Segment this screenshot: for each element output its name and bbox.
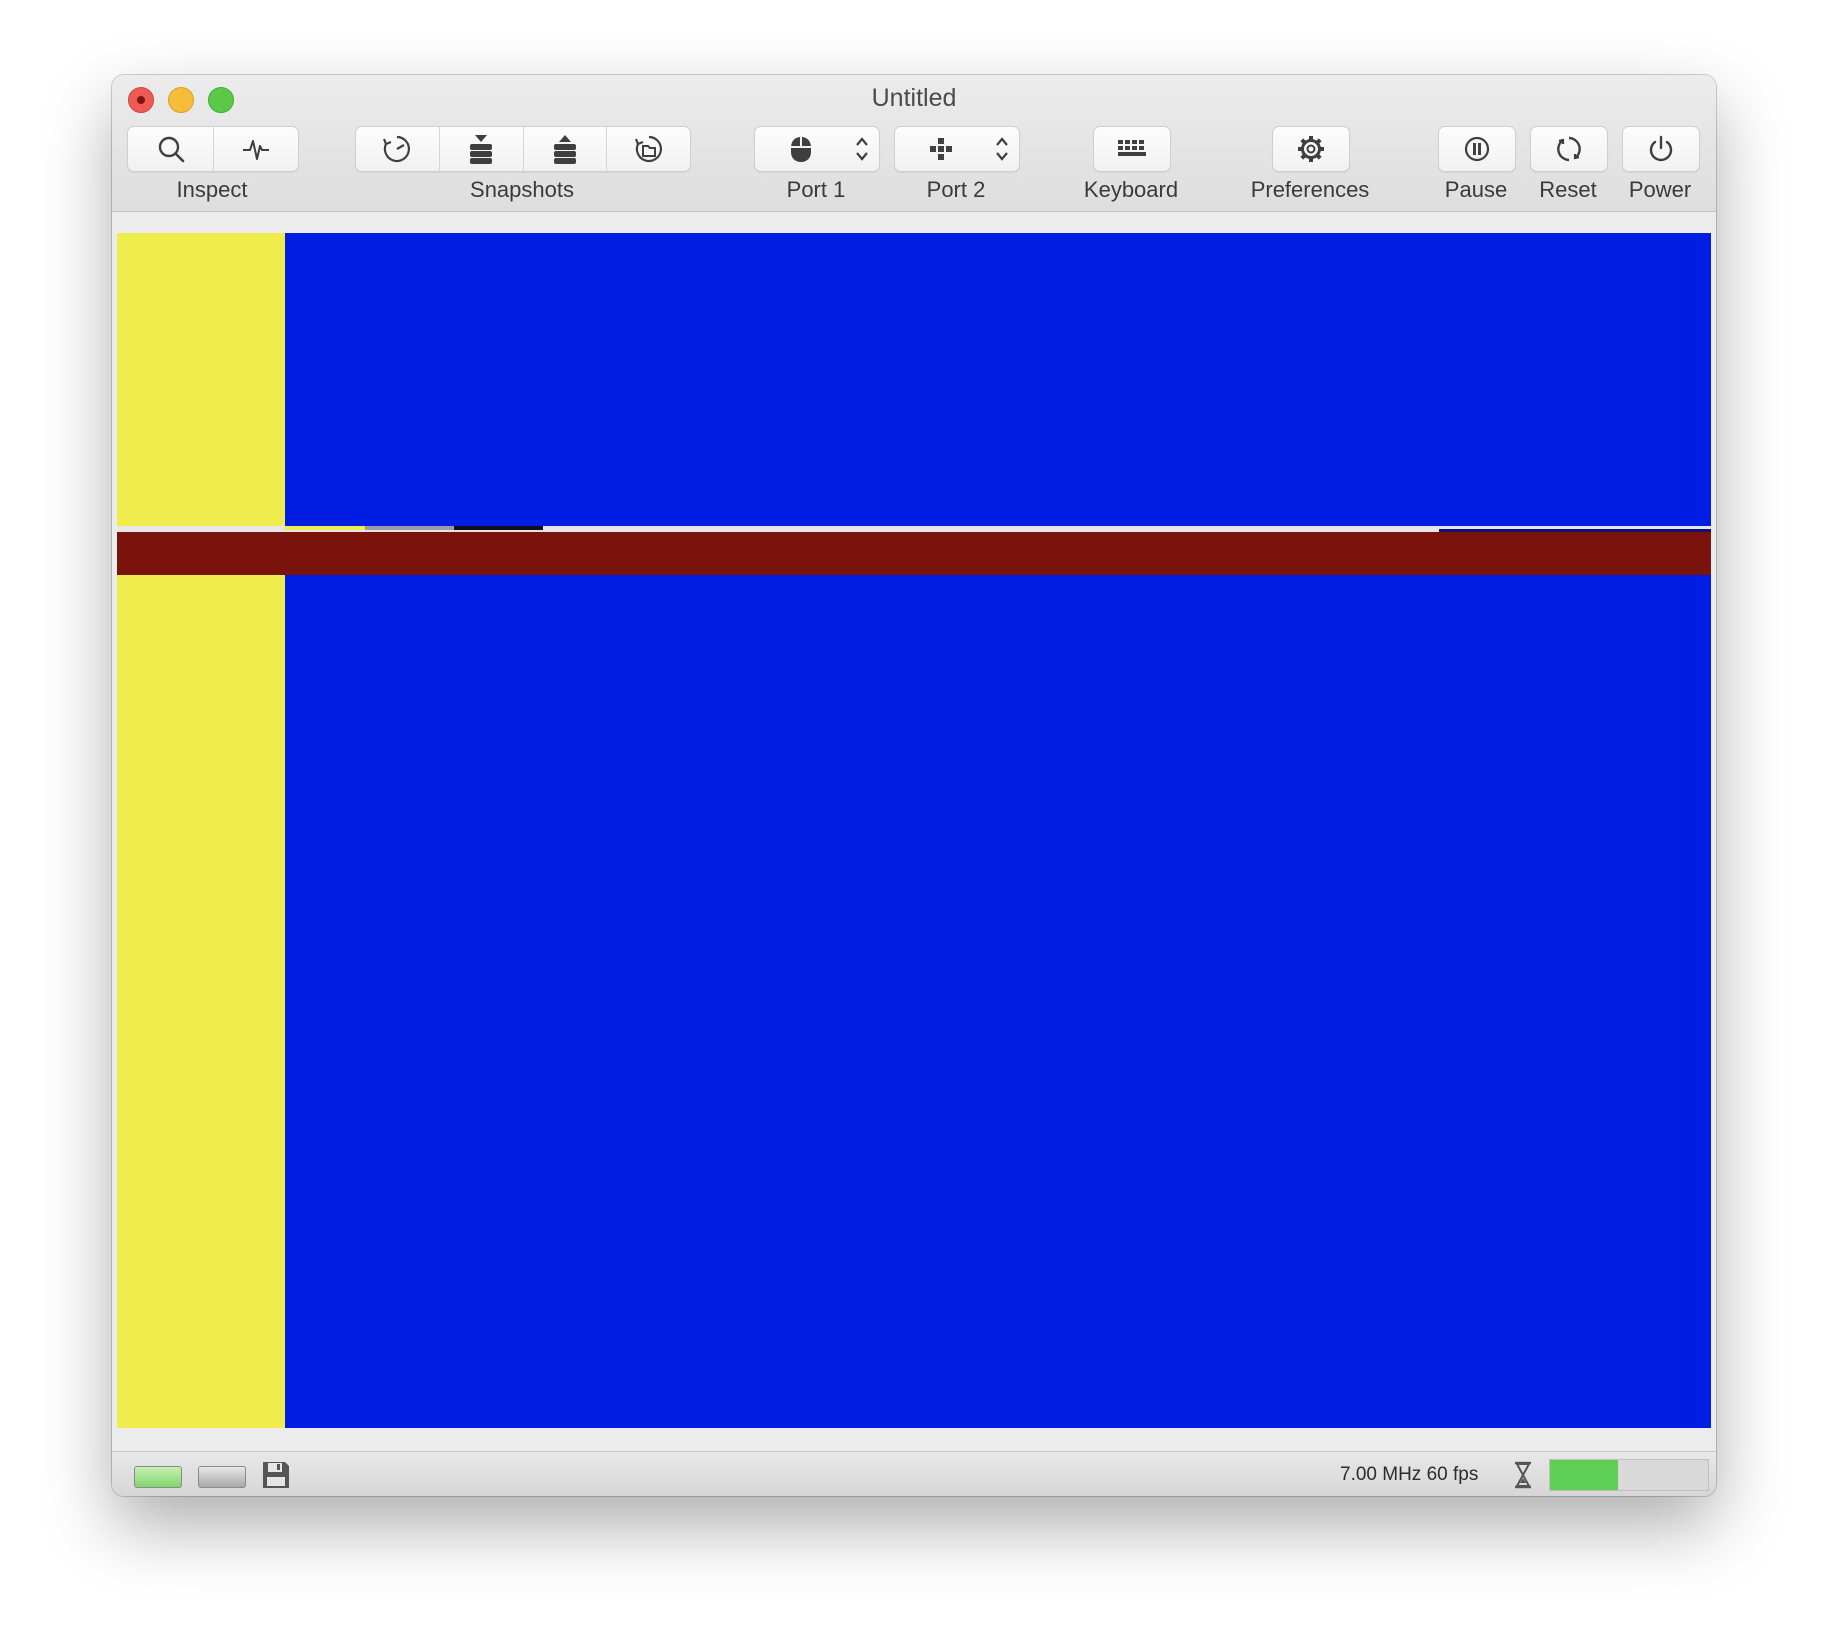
inspect-label: Inspect — [176, 177, 248, 202]
status-bar: 7.00 MHz 60 fps — [112, 1451, 1716, 1496]
reset-button[interactable] — [1530, 126, 1608, 172]
reset-button-face — [1531, 127, 1607, 171]
preferences-label: Preferences — [1250, 177, 1370, 202]
browse-snapshots-button[interactable] — [607, 127, 690, 171]
reset-label: Reset — [1539, 177, 1597, 202]
restore-snapshot-button[interactable] — [524, 127, 608, 171]
drive-led-active-icon[interactable] — [134, 1466, 182, 1488]
preferences-button-face — [1273, 127, 1349, 171]
screen-red-band — [117, 532, 1711, 575]
port2-device — [895, 127, 987, 171]
monitor-button[interactable] — [214, 127, 298, 171]
pause-button-face — [1439, 127, 1515, 171]
keyboard-label: Keyboard — [1083, 177, 1179, 202]
power-button-face — [1623, 127, 1699, 171]
speed-meter-fill — [1550, 1460, 1618, 1490]
inspect-button[interactable] — [128, 127, 214, 171]
snapshot-take-icon — [470, 135, 493, 164]
drive-led-idle-icon[interactable] — [198, 1466, 246, 1488]
screen-border-bottom-left — [117, 575, 285, 1428]
gap-segment-gray — [365, 526, 454, 530]
chevron-updown-icon — [847, 127, 877, 171]
keyboard-icon — [1118, 140, 1146, 156]
port1-label: Port 1 — [786, 177, 846, 202]
port1-popup[interactable] — [754, 126, 880, 172]
floppy-disk-icon[interactable] — [260, 1459, 292, 1491]
pause-icon — [1464, 136, 1490, 162]
port1-device — [755, 127, 847, 171]
pause-button[interactable] — [1438, 126, 1516, 172]
hourglass-icon[interactable] — [1512, 1461, 1534, 1489]
waveform-icon — [243, 140, 269, 160]
preferences-button[interactable] — [1272, 126, 1350, 172]
gap-segment-black — [454, 526, 543, 530]
snapshots-group — [355, 126, 691, 172]
port2-popup[interactable] — [894, 126, 1020, 172]
window-title: Untitled — [871, 84, 957, 112]
speed-meter — [1549, 1459, 1709, 1491]
emulator-window: Untitled Inspect Snapshots Port 1 Port 2… — [112, 75, 1716, 1496]
snapshot-timer-button[interactable] — [356, 127, 440, 171]
reset-icon — [1557, 136, 1581, 162]
gear-icon — [1298, 136, 1324, 162]
keyboard-button-face — [1094, 127, 1170, 171]
snapshot-browser-icon — [634, 135, 662, 163]
emulator-screen[interactable] — [117, 233, 1711, 1428]
pause-label: Pause — [1444, 177, 1508, 202]
clock-fps-readout: 7.00 MHz 60 fps — [1340, 1464, 1479, 1485]
snapshots-label: Snapshots — [470, 177, 574, 202]
screen-border-top-left — [117, 233, 285, 526]
snapshot-timer-icon — [383, 135, 411, 163]
title-bar: Untitled Inspect Snapshots Port 1 Port 2… — [112, 75, 1716, 212]
mouse-icon — [791, 137, 811, 162]
snapshot-restore-icon — [553, 135, 576, 164]
joystick-icon — [930, 138, 952, 160]
power-icon — [1649, 135, 1673, 162]
magnifier-icon — [158, 136, 184, 163]
power-button[interactable] — [1622, 126, 1700, 172]
keyboard-button[interactable] — [1093, 126, 1171, 172]
gap-segment-yellow — [285, 526, 365, 530]
port2-label: Port 2 — [926, 177, 986, 202]
power-label: Power — [1628, 177, 1692, 202]
chevron-updown-icon — [987, 127, 1017, 171]
inspect-group — [127, 126, 299, 172]
take-snapshot-button[interactable] — [440, 127, 524, 171]
